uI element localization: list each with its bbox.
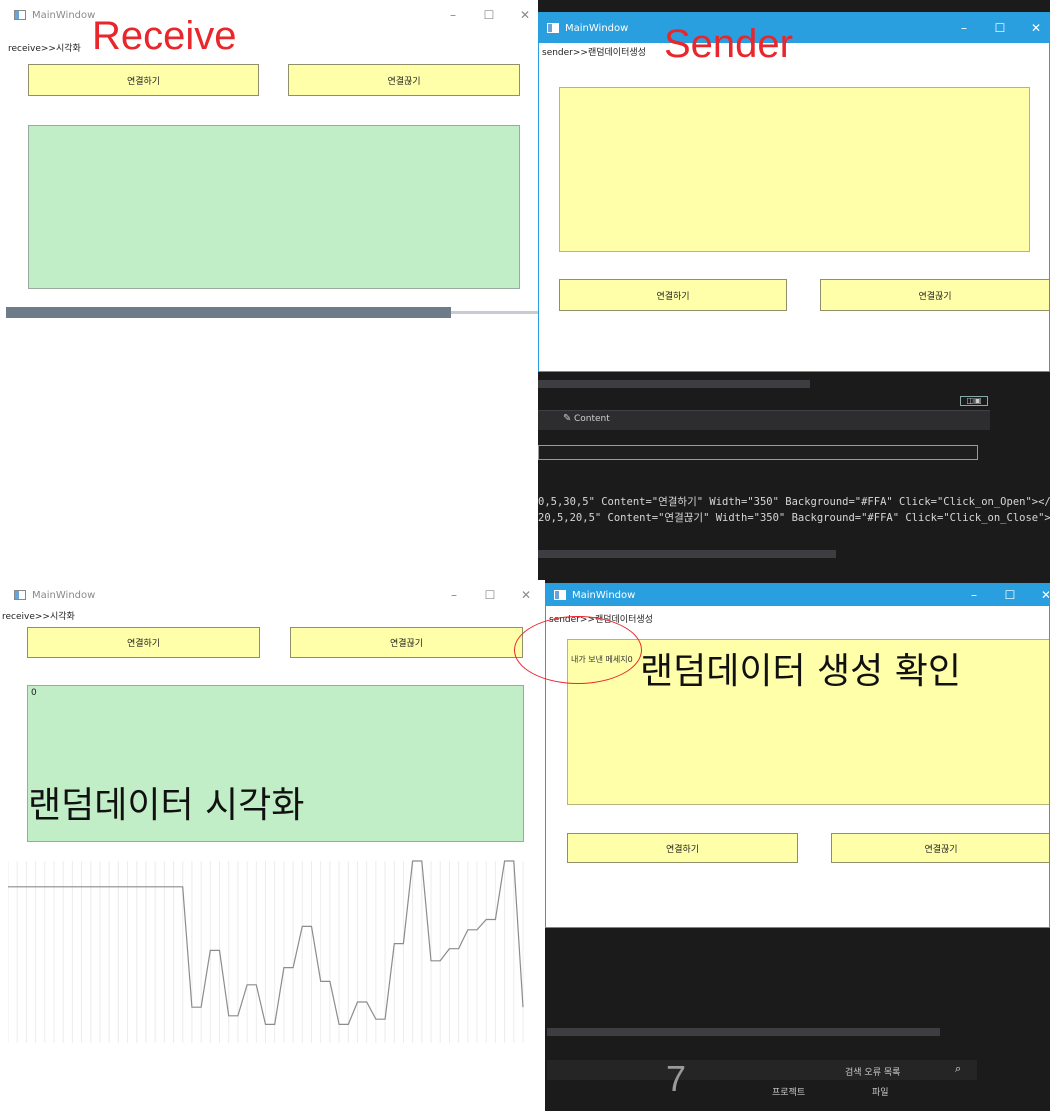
receive-annotation-label: Receive xyxy=(92,14,237,58)
window-controls: – ☐ ✕ xyxy=(957,13,1043,43)
code-line-1: 0,5,30,5" Content="연결하기" Width="350" Bac… xyxy=(538,496,1050,508)
page-number: 7 xyxy=(666,1058,687,1099)
sender-titlebar: MainWindow – ☐ ✕ xyxy=(546,584,1049,606)
received-value: 0 xyxy=(31,688,37,698)
random-data-line-chart xyxy=(8,860,524,1043)
visualization-area xyxy=(28,125,520,289)
window-title: MainWindow xyxy=(32,9,96,21)
ide-horizontal-scrollbar-3[interactable] xyxy=(547,1028,940,1036)
search-icon[interactable]: ⌕ xyxy=(955,1062,961,1076)
sender-message-area xyxy=(559,87,1030,252)
minimize-button[interactable]: – xyxy=(447,588,461,602)
ide-horizontal-scrollbar-2[interactable] xyxy=(538,550,836,558)
sender-menu-item[interactable]: sender>>랜덤데이터생성 xyxy=(542,45,646,58)
app-window-icon xyxy=(547,23,559,33)
window-controls: – ☐ ✕ xyxy=(446,0,532,30)
connect-button[interactable]: 연결하기 xyxy=(27,627,260,658)
error-search-field[interactable]: 검색 오류 목록 xyxy=(845,1065,900,1078)
maximize-button[interactable]: ☐ xyxy=(993,21,1007,35)
connect-button[interactable]: 연결하기 xyxy=(28,64,259,96)
app-window-icon xyxy=(14,10,26,20)
maximize-button[interactable]: ☐ xyxy=(483,588,497,602)
minimize-button[interactable]: – xyxy=(446,8,460,22)
app-window-icon xyxy=(14,590,26,600)
close-button[interactable]: ✕ xyxy=(1039,588,1049,602)
window-controls: – ☐ ✕ xyxy=(447,580,533,610)
minimize-button[interactable]: – xyxy=(957,21,971,35)
ide-horizontal-scrollbar[interactable] xyxy=(538,380,810,388)
close-button[interactable]: ✕ xyxy=(519,588,533,602)
app-window-icon xyxy=(554,590,566,600)
properties-tab-content[interactable]: Content xyxy=(574,414,610,424)
scrollbar[interactable] xyxy=(6,307,451,318)
tab-project[interactable]: 프로젝트 xyxy=(772,1085,805,1098)
window-controls: – ☐ ✕ xyxy=(967,584,1049,606)
disconnect-button[interactable]: 연결끊기 xyxy=(820,279,1049,311)
maximize-button[interactable]: ☐ xyxy=(482,8,496,22)
code-line-2: 20,5,20,5" Content="연결끊기" Width="350" Ba… xyxy=(538,512,1050,524)
sender-window-top: MainWindow – ☐ ✕ sender>>랜덤데이터생성 연결하기 연결… xyxy=(538,12,1050,372)
layout-toggle-icon[interactable]: ◫▣ xyxy=(960,396,988,406)
ide-search-bar xyxy=(547,1060,977,1080)
minimize-button[interactable]: – xyxy=(967,588,981,602)
maximize-button[interactable]: ☐ xyxy=(1003,588,1017,602)
disconnect-button[interactable]: 연결끊기 xyxy=(288,64,520,96)
highlight-ellipse xyxy=(514,616,642,684)
close-button[interactable]: ✕ xyxy=(1029,21,1043,35)
window-title: MainWindow xyxy=(565,22,629,34)
receive-titlebar: MainWindow – ☐ ✕ xyxy=(6,0,538,30)
receive-window-client: MainWindow – ☐ ✕ receive>>시각화 연결하기 연결끊기 xyxy=(6,0,538,580)
disconnect-button[interactable]: 연결끊기 xyxy=(831,833,1049,863)
scrollbar-track xyxy=(451,311,538,314)
close-button[interactable]: ✕ xyxy=(518,8,532,22)
receive-titlebar: MainWindow – ☐ ✕ xyxy=(0,580,545,610)
connect-button[interactable]: 연결하기 xyxy=(567,833,798,863)
visualization-annotation: 랜덤데이터 시각화 xyxy=(28,785,305,826)
window-title: MainWindow xyxy=(572,589,636,601)
disconnect-button[interactable]: 연결끊기 xyxy=(290,627,523,658)
wrench-icon: ✎ xyxy=(563,413,572,424)
receive-menu-item[interactable]: receive>>시각화 xyxy=(2,609,75,622)
receive-window-bottom: MainWindow – ☐ ✕ receive>>시각화 연결하기 연결끊기 … xyxy=(0,580,545,1111)
sender-annotation: 랜덤데이터 생성 확인 xyxy=(640,651,961,692)
receive-menu-item[interactable]: receive>>시각화 xyxy=(8,41,81,54)
sender-titlebar: MainWindow – ☐ ✕ xyxy=(539,13,1049,43)
connect-button[interactable]: 연결하기 xyxy=(559,279,787,311)
receive-window-top: MainWindow – ☐ ✕ receive>>시각화 연결하기 연결끊기 … xyxy=(0,0,540,580)
tab-file[interactable]: 파일 xyxy=(872,1085,889,1098)
ide-input-field[interactable] xyxy=(538,445,978,460)
sender-annotation-label: Sender xyxy=(664,22,793,66)
window-title: MainWindow xyxy=(32,589,96,601)
